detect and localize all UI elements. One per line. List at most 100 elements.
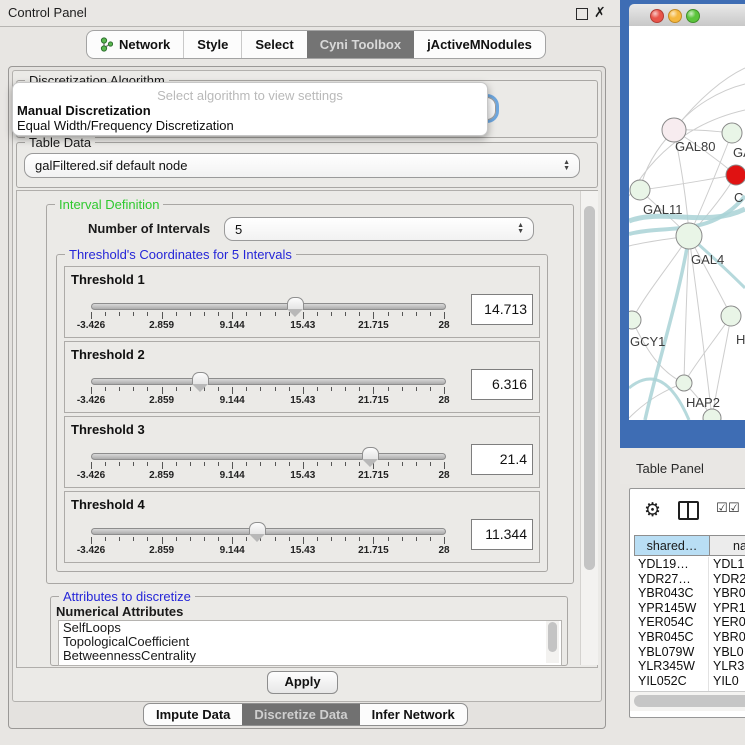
node-gcy1[interactable]	[629, 311, 641, 329]
bottom-tab-discretize-data[interactable]: Discretize Data	[242, 704, 359, 725]
threshold-value-field[interactable]: 21.4	[471, 444, 533, 475]
slider-tick	[373, 387, 374, 394]
slider-tick	[162, 462, 163, 469]
checkbox-icon[interactable]: ☑	[716, 500, 728, 516]
threshold-slider-thumb[interactable]	[249, 522, 266, 535]
slider-tick	[416, 537, 417, 541]
table-row[interactable]: YER054CYER0	[630, 615, 745, 630]
slider-tick-label: 28	[438, 395, 449, 406]
table-row[interactable]: YDL19…YDL1	[630, 557, 745, 572]
threshold-slider-track[interactable]	[91, 528, 446, 535]
slider-tick	[260, 387, 261, 391]
list-item[interactable]: BetweennessCentrality	[59, 649, 561, 663]
threshold-slider-track[interactable]	[91, 453, 446, 460]
threshold-value-field[interactable]: 14.713	[471, 294, 533, 325]
column-header-name[interactable]: na	[710, 535, 745, 556]
slider-tick	[246, 312, 247, 316]
node-bottom[interactable]	[703, 409, 721, 420]
node-red[interactable]	[726, 165, 745, 185]
slider-tick	[105, 312, 106, 316]
close-icon[interactable]: ✗	[594, 4, 606, 21]
slider-tick	[204, 462, 205, 466]
table-horizontal-scrollbar[interactable]	[630, 691, 745, 711]
network-canvas[interactable]: GAL80GACGAL11GAL4GCY1HHAP2	[629, 26, 745, 420]
threshold-slider-thumb[interactable]	[362, 447, 379, 460]
bottom-tab-infer-network[interactable]: Infer Network	[360, 704, 467, 725]
columns-icon[interactable]	[678, 501, 699, 520]
slider-tick	[119, 387, 120, 391]
cell-name: YLR3	[713, 659, 744, 673]
gear-icon[interactable]: ⚙	[644, 499, 661, 522]
node-label: H	[736, 332, 745, 347]
settings-vertical-scrollbar[interactable]	[580, 191, 598, 665]
slider-tick	[204, 537, 205, 541]
network-window-titlebar[interactable]	[629, 4, 745, 27]
table-row[interactable]: YBL079W YBL0	[630, 645, 745, 660]
tab-style[interactable]: Style	[183, 31, 241, 58]
bottom-tab-impute-data[interactable]: Impute Data	[144, 704, 242, 725]
slider-tick	[345, 537, 346, 541]
algorithm-option-manual[interactable]: Manual Discretization	[17, 103, 151, 118]
slider-tick-label: 2.859	[149, 395, 174, 406]
cell-name: YBL0	[713, 645, 744, 659]
threshold-slider-track[interactable]	[91, 378, 446, 385]
cell-shared-name: YBL079W	[638, 645, 694, 659]
threshold-value-field[interactable]: 11.344	[471, 519, 533, 550]
float-window-icon[interactable]	[576, 8, 588, 20]
slider-tick	[119, 537, 120, 541]
attributes-scrollbar-thumb[interactable]	[548, 622, 557, 652]
cell-shared-name: YBR043C	[638, 586, 694, 600]
settings-scrollbar-thumb[interactable]	[584, 206, 595, 570]
minimize-traffic-light-icon[interactable]	[668, 9, 682, 23]
table-row[interactable]: YBR043CYBR0	[630, 586, 745, 601]
combo-arrows-icon: ▲▼	[563, 160, 570, 172]
node-label: HAP2	[686, 395, 720, 410]
list-item[interactable]: TopologicalCoefficient	[59, 635, 561, 649]
table-data-combobox[interactable]: galFiltered.sif default node ▲▼	[24, 153, 580, 178]
cell-shared-name: YDR27…	[638, 572, 691, 586]
slider-tick	[246, 462, 247, 466]
node-top-right[interactable]	[722, 123, 742, 143]
threshold-slider-thumb[interactable]	[192, 372, 209, 385]
threshold-value-field[interactable]: 6.316	[471, 369, 533, 400]
node-label: GAL11	[643, 202, 683, 217]
node-h[interactable]	[721, 306, 741, 326]
slider-tick-label: 28	[438, 320, 449, 331]
table-row[interactable]: YLR345WYLR3	[630, 659, 745, 674]
table-row[interactable]: YIL052CYIL0	[630, 674, 745, 689]
slider-tick	[430, 387, 431, 391]
tab-network[interactable]: Network	[87, 31, 183, 58]
threshold-slider-thumb[interactable]	[287, 297, 304, 310]
node-hap2[interactable]	[676, 375, 692, 391]
node-gal4[interactable]	[676, 223, 702, 249]
list-item[interactable]: SelfLoops	[59, 621, 561, 635]
apply-button[interactable]: Apply	[267, 671, 338, 694]
slider-tick	[105, 537, 106, 541]
table-row[interactable]: YBR045CYBR0	[630, 630, 745, 645]
table-hscrollbar-thumb[interactable]	[634, 695, 745, 707]
network-edge	[689, 236, 731, 316]
close-traffic-light-icon[interactable]	[650, 9, 664, 23]
slider-tick-label: 28	[438, 470, 449, 481]
num-intervals-combobox[interactable]: 5 ▲▼	[224, 217, 534, 241]
cell-name: YIL0	[713, 674, 739, 688]
tab-select[interactable]: Select	[241, 31, 306, 58]
slider-tick-label: -3.426	[77, 470, 105, 481]
zoom-traffic-light-icon[interactable]	[686, 9, 700, 23]
table-data-value: galFiltered.sif default node	[35, 158, 187, 173]
tab-cyni-toolbox[interactable]: Cyni Toolbox	[307, 31, 414, 58]
algorithm-option-equal-width[interactable]: Equal Width/Frequency Discretization	[17, 118, 234, 133]
tab-jactivemnodules[interactable]: jActiveMNodules	[414, 31, 545, 58]
attributes-list-scrollbar[interactable]	[546, 621, 559, 663]
threshold-slider-track[interactable]	[91, 303, 446, 310]
node-left-green[interactable]	[630, 180, 650, 200]
column-header-shared-name[interactable]: shared…	[634, 535, 710, 556]
numerical-attributes-list[interactable]: SelfLoopsTopologicalCoefficientBetweenne…	[58, 620, 562, 666]
table-row[interactable]: YDR27…YDR2	[630, 572, 745, 587]
checkbox-icon[interactable]: ☑	[728, 500, 740, 516]
slider-tick	[317, 312, 318, 316]
slider-tick	[246, 537, 247, 541]
slider-tick	[444, 312, 445, 319]
table-row[interactable]: YPR145WYPR1	[630, 601, 745, 616]
control-panel-titlebar: Control Panel ✗	[0, 0, 620, 27]
